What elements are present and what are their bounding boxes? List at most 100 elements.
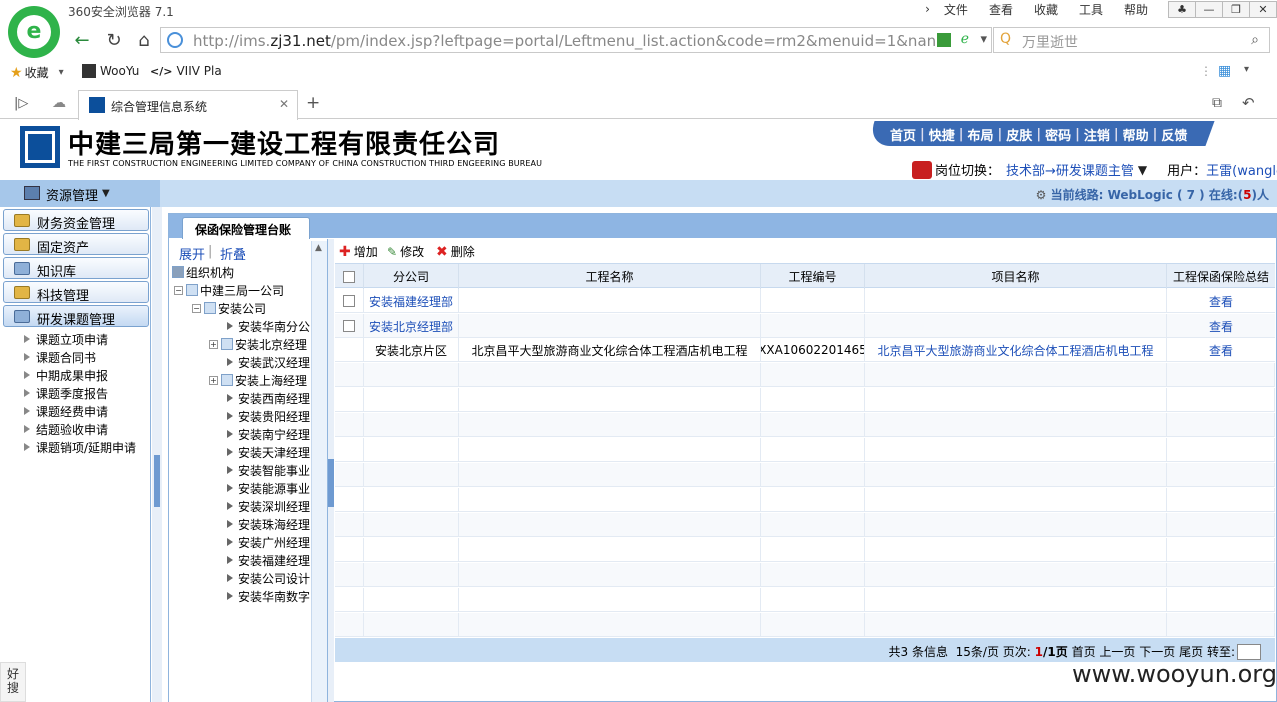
menu-tools[interactable]: 工具 bbox=[1079, 1, 1103, 18]
tree-node-child[interactable]: 安装贵阳经理 bbox=[227, 407, 310, 425]
role-select[interactable]: 技术部→研发课题主管 bbox=[1006, 160, 1134, 179]
column-header[interactable]: 项目名称 bbox=[865, 264, 1167, 289]
chevron-down-icon[interactable]: ▾ bbox=[980, 32, 987, 47]
menu-item[interactable]: 课题销项/延期申请 bbox=[10, 438, 136, 456]
pager-last[interactable]: 尾页 bbox=[1179, 643, 1203, 660]
chevron-down-icon[interactable]: ▾ bbox=[59, 67, 64, 78]
tree-node-child[interactable]: + 安装北京经理 bbox=[209, 335, 307, 353]
collapse-icon[interactable]: − bbox=[192, 303, 201, 313]
nav-layout[interactable]: 布局 bbox=[968, 125, 994, 144]
menu-item[interactable]: 课题合同书 bbox=[10, 348, 96, 366]
branch-cell[interactable]: 安装北京经理部 bbox=[364, 314, 459, 338]
maximize-button[interactable]: ❐ bbox=[1222, 0, 1250, 18]
tree-node-child[interactable]: 安装天津经理 bbox=[227, 443, 310, 461]
address-bar[interactable]: http://ims.zj31.net/pm/index.jsp?leftpag… bbox=[160, 27, 992, 53]
tree-node-child[interactable]: 安装深圳经理 bbox=[227, 497, 310, 515]
edit-button[interactable]: ✎ 修改 bbox=[387, 243, 424, 260]
home-icon[interactable]: ⌂ bbox=[130, 25, 158, 55]
back-icon[interactable]: ← bbox=[68, 25, 96, 55]
view-link[interactable]: 查看 bbox=[1167, 289, 1275, 313]
tree-node-child[interactable]: 安装西南经理 bbox=[227, 389, 310, 407]
undo-close-icon[interactable]: ↶ bbox=[1242, 94, 1255, 112]
pager-next[interactable]: 下一页 bbox=[1139, 643, 1175, 660]
chevron-down-icon[interactable]: ▼ bbox=[102, 188, 110, 199]
tree-node-child[interactable]: + 安装上海经理 bbox=[209, 371, 307, 389]
menu-help[interactable]: 帮助 bbox=[1124, 1, 1148, 18]
chevron-down-icon[interactable]: ▼ bbox=[1138, 163, 1147, 177]
favorite-item[interactable]: </> VIIV Pla bbox=[150, 64, 222, 78]
splitter-handle[interactable] bbox=[328, 459, 334, 507]
nav-help[interactable]: 帮助 bbox=[1123, 125, 1149, 144]
nav-password[interactable]: 密码 bbox=[1045, 125, 1071, 144]
menu-group-tech[interactable]: 科技管理 bbox=[3, 281, 149, 304]
menu-group-fixed-assets[interactable]: 固定资产 bbox=[3, 233, 149, 256]
more-icon[interactable]: ⋮ bbox=[1200, 64, 1212, 78]
tree-node-child[interactable]: 安装武汉经理 bbox=[227, 353, 310, 371]
nav-skin[interactable]: 皮肤 bbox=[1006, 125, 1032, 144]
tree-collapse-link[interactable]: 折叠 bbox=[220, 244, 246, 263]
pager-prev[interactable]: 上一页 bbox=[1099, 643, 1135, 660]
menu-item[interactable]: 课题立项申请 bbox=[10, 330, 108, 348]
nav-home[interactable]: 首页 bbox=[890, 125, 916, 144]
menu-group-rd[interactable]: 研发课题管理 bbox=[3, 305, 149, 328]
tree-node-child[interactable]: 安装福建经理 bbox=[227, 551, 310, 569]
row-checkbox[interactable] bbox=[343, 295, 355, 307]
nav-shortcut[interactable]: 快捷 bbox=[929, 125, 955, 144]
menu-group-finance[interactable]: 财务资金管理 bbox=[3, 209, 149, 232]
tree-node-company[interactable]: − 中建三局一公司 bbox=[174, 281, 284, 299]
menu-view[interactable]: 查看 bbox=[989, 1, 1013, 18]
tree-node-child[interactable]: 安装智能事业 bbox=[227, 461, 310, 479]
item-name-cell[interactable]: 北京昌平大型旅游商业文化综合体工程酒店机电工程 bbox=[865, 338, 1167, 362]
middle-splitter[interactable] bbox=[328, 239, 334, 702]
scroll-up-icon[interactable]: ▲ bbox=[315, 243, 322, 253]
left-splitter[interactable] bbox=[152, 207, 162, 702]
content-tab[interactable]: 保函保险管理台账 bbox=[182, 217, 310, 239]
restore-tabs-icon[interactable]: ⧉ bbox=[1212, 95, 1222, 111]
menu-file[interactable]: 文件 bbox=[944, 1, 968, 18]
sidebar-toggle-icon[interactable]: |▷ bbox=[14, 96, 28, 111]
nav-feedback[interactable]: 反馈 bbox=[1161, 125, 1187, 144]
collapse-icon[interactable]: − bbox=[174, 285, 183, 295]
menu-item[interactable]: 中期成果申报 bbox=[10, 366, 108, 384]
column-header[interactable]: 工程保函保险总结 bbox=[1167, 264, 1275, 289]
branch-cell[interactable]: 安装福建经理部 bbox=[364, 289, 459, 313]
tree-node-child[interactable]: 安装华南数字 bbox=[227, 587, 310, 605]
add-button[interactable]: ✚ 增加 bbox=[339, 243, 378, 260]
cloud-icon[interactable]: ☁ bbox=[52, 95, 66, 111]
shirt-skin-icon[interactable]: ♣ bbox=[1168, 0, 1196, 18]
tree-scrollbar[interactable]: ▲ bbox=[311, 241, 327, 702]
search-input[interactable]: 万里逝世 bbox=[1022, 32, 1078, 52]
column-header[interactable]: 工程编号 bbox=[761, 264, 865, 289]
table-row[interactable]: 安装福建经理部 查看 bbox=[335, 289, 1275, 313]
new-tab-button[interactable]: + bbox=[306, 93, 320, 113]
module-tab[interactable]: 资源管理 ▼ bbox=[0, 180, 160, 207]
splitter-handle[interactable] bbox=[154, 455, 160, 507]
qr-code-icon[interactable] bbox=[937, 33, 951, 47]
tree-node-child[interactable]: 安装能源事业 bbox=[227, 479, 310, 497]
tree-node-branch[interactable]: − 安装公司 bbox=[192, 299, 266, 317]
chevron-down-icon[interactable]: ▾ bbox=[1244, 64, 1249, 75]
tree-expand-link[interactable]: 展开 bbox=[179, 244, 205, 263]
menu-item[interactable]: 课题季度报告 bbox=[10, 384, 108, 402]
menu-group-knowledge[interactable]: 知识库 bbox=[3, 257, 149, 280]
expand-icon[interactable]: + bbox=[209, 375, 218, 385]
tree-node-child[interactable]: 安装华南分公 bbox=[227, 317, 310, 335]
pager-goto-input[interactable] bbox=[1237, 643, 1261, 660]
close-tab-icon[interactable]: ✕ bbox=[279, 97, 289, 111]
tree-node-child[interactable]: 安装珠海经理 bbox=[227, 515, 310, 533]
tree-node-child[interactable]: 安装南宁经理 bbox=[227, 425, 310, 443]
tree-node-root[interactable]: 组织机构 bbox=[172, 263, 234, 281]
view-link[interactable]: 查看 bbox=[1167, 314, 1275, 338]
menu-expand-icon[interactable]: › bbox=[925, 2, 930, 16]
expand-icon[interactable]: + bbox=[209, 339, 218, 349]
column-header[interactable]: 工程名称 bbox=[459, 264, 761, 289]
menu-item[interactable]: 结题验收申请 bbox=[10, 420, 108, 438]
view-link[interactable]: 查看 bbox=[1167, 338, 1275, 362]
favorite-item[interactable]: WooYu bbox=[82, 64, 139, 78]
search-engine-icon[interactable]: Q bbox=[1000, 31, 1011, 47]
tree-node-child[interactable]: 安装广州经理 bbox=[227, 533, 310, 551]
browser-tab[interactable]: 综合管理信息系统 ✕ bbox=[78, 90, 298, 120]
nav-logout[interactable]: 注销 bbox=[1084, 125, 1110, 144]
search-box[interactable]: Q 万里逝世 ⌕ bbox=[993, 27, 1270, 53]
refresh-icon[interactable]: ↻ bbox=[100, 25, 128, 55]
